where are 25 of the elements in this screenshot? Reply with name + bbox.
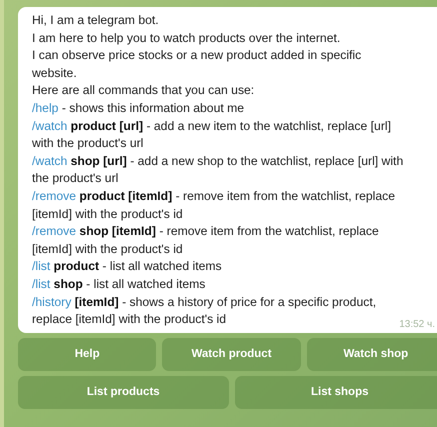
- command-link[interactable]: /watch: [32, 154, 68, 168]
- command-description: /list product - list all watched items: [32, 258, 223, 276]
- message-text: I am here to help you to watch products over the internet.: [32, 30, 342, 47]
- message-text: I can observe price stocks or a new product added in specific website.: [32, 47, 362, 82]
- command-link[interactable]: /history: [32, 294, 72, 308]
- message-time: 13:52 ч.: [399, 318, 435, 330]
- command-description: /watch shop [url] - add a new shop to the watchlist, replace [url] with the product's url: [32, 152, 404, 188]
- message-text: Hi, I am a telegram bot.: [32, 12, 160, 29]
- keyboard-button[interactable]: Watch product: [162, 338, 301, 371]
- command-link[interactable]: /list: [32, 276, 50, 291]
- command-description: /watch product [url] - add a new item to the watchlist, replace [url] with the product's url: [32, 118, 392, 152]
- keyboard-button[interactable]: List products: [18, 376, 228, 409]
- command-description: /help - shows this information about me: [32, 100, 246, 117]
- command-link[interactable]: /remove: [32, 224, 76, 238]
- command-link[interactable]: /watch: [32, 118, 68, 133]
- command-link[interactable]: /list: [32, 259, 50, 274]
- command-description: /remove product [itemId] - remove item from the watchlist, replace [itemId] with the product's id: [32, 188, 396, 223]
- keyboard-button[interactable]: Watch shop: [306, 338, 437, 371]
- command-description: /remove shop [itemId] - remove item from the watchlist, replace [itemId] with the product's id: [32, 223, 380, 258]
- command-link[interactable]: /help: [32, 100, 58, 115]
- command-link[interactable]: /remove: [32, 188, 76, 203]
- command-description: /list shop - list all watched items: [32, 276, 206, 293]
- message-text: Here are all commands that you can use:: [32, 82, 256, 100]
- keyboard-button[interactable]: List shops: [234, 376, 437, 409]
- keyboard-button[interactable]: Help: [18, 338, 156, 371]
